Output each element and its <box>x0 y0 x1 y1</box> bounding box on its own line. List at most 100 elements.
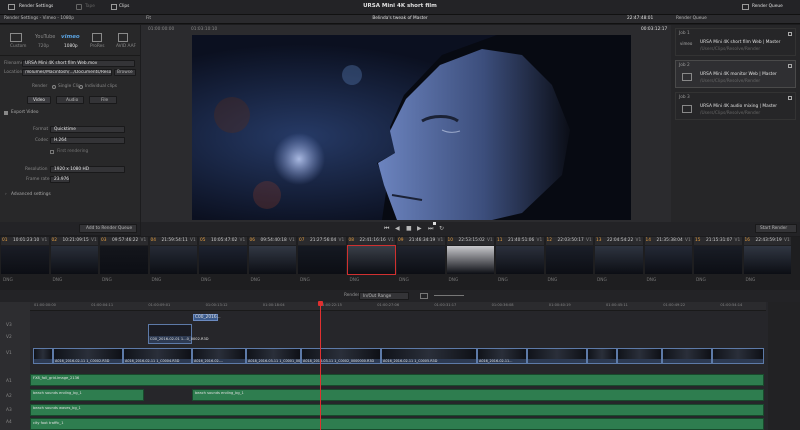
zoom-icon[interactable] <box>420 293 428 299</box>
preset-720p[interactable]: 720p <box>38 44 49 49</box>
export-video-checkbox[interactable] <box>4 111 8 115</box>
single-clip-radio[interactable] <box>52 85 56 89</box>
a1-clip[interactable]: FX8_fall_grid.image_2136 <box>30 374 764 386</box>
render-queue-tab[interactable]: Render Queue <box>752 4 783 9</box>
clip-thumbnail[interactable]: 01 10:01:23:10 V1 DNG <box>1 237 49 290</box>
stop-icon[interactable]: ■ <box>406 226 412 232</box>
clip-header: 03 09:57:46:22 V1 <box>100 237 148 245</box>
v1-clip[interactable]: A016_2016-02-11 1_C0002.R3D <box>53 348 123 364</box>
render-label: Render <box>32 84 48 89</box>
custom-preset-icon[interactable] <box>10 33 22 42</box>
viewer-end-tc: 01:03:10:10 <box>191 27 218 32</box>
a2-clip-2[interactable]: beach sounds ending_bg_1 <box>192 389 764 401</box>
step-back-icon[interactable]: ◀ <box>395 226 400 232</box>
clip-thumbnail[interactable]: 15 21:15:31:07 V1 DNG <box>694 237 742 290</box>
job-card-1[interactable]: Job 1 vimeo URSA Mini 4K short film Web … <box>675 28 796 56</box>
clip-thumbnail[interactable]: 02 10:21:09:15 V1 DNG <box>50 237 98 290</box>
v1-clip[interactable] <box>712 348 764 364</box>
preset-custom[interactable]: Custom <box>10 44 26 49</box>
skip-back-icon[interactable]: ⏮ <box>384 226 389 232</box>
clip-thumb-image <box>694 246 742 274</box>
clip-thumbnail[interactable]: 07 21:27:56:04 V1 DNG <box>298 237 346 290</box>
format-select[interactable]: Quicktime <box>50 126 125 133</box>
tape-tab[interactable]: Tape <box>85 4 95 9</box>
resolution-select[interactable]: 1920 x 1080 HD <box>50 166 125 173</box>
a2-clip-1[interactable]: beach sounds ending_bg_1 <box>30 389 144 401</box>
clip-thumbnail[interactable]: 06 09:54:40:18 V1 DNG <box>248 237 296 290</box>
v2-clip[interactable]: C00_2016-02-01 1...0_0002.R3D <box>148 324 209 344</box>
v1-clip[interactable] <box>587 348 617 364</box>
clip-thumbnail[interactable]: 10 22:53:15:02 V1 DNG <box>446 237 494 290</box>
clip-thumbnail[interactable]: 05 10:05:47:02 V1 DNG <box>199 237 247 290</box>
clip-thumbnail[interactable]: 04 21:59:54:11 V1 DNG <box>149 237 197 290</box>
a4-clip[interactable]: city foot traffic_1 <box>30 418 764 430</box>
codec-select[interactable]: H.264 <box>50 137 125 144</box>
playhead-handle[interactable] <box>318 301 323 306</box>
edit-icon[interactable] <box>788 64 792 68</box>
clip-header: 14 21:35:38:04 V1 <box>644 237 692 245</box>
preset-1080p[interactable]: 1080p <box>64 44 78 49</box>
filename-field[interactable]: URSA Mini 4K short film Web.mov <box>22 60 135 67</box>
v1-clip[interactable] <box>527 348 587 364</box>
clip-thumb-image <box>100 246 148 274</box>
render-range-select[interactable]: In/Out Range <box>359 292 409 300</box>
clip-thumbnail[interactable]: 13 22:04:54:22 V1 DNG <box>595 237 643 290</box>
job-card-3[interactable]: Job 3 URSA Mini 4K audio mixing | Master… <box>675 92 796 120</box>
preset-vimeo-logo[interactable]: vimeo <box>61 34 80 41</box>
clip-thumbnail[interactable]: 12 22:03:50:17 V1 DNG <box>545 237 593 290</box>
render-settings-tab[interactable]: Render Settings <box>19 4 53 9</box>
v1-clip[interactable] <box>33 348 53 364</box>
start-render-button[interactable]: Start Render <box>755 224 797 233</box>
preset-youtube-logo[interactable]: YouTube <box>35 35 55 40</box>
play-icon[interactable]: ▶ <box>417 226 422 232</box>
fit-label[interactable]: Fit <box>146 16 151 21</box>
chevron-right-icon[interactable]: › <box>5 192 7 197</box>
tab-audio[interactable]: Audio <box>56 96 84 104</box>
location-field[interactable]: /Volumes/Macintosh/.../Documents/Resolve… <box>22 69 112 76</box>
preset-prores[interactable]: ProRes <box>90 44 105 49</box>
v1-clip[interactable]: A016_2016-02-11 1_C0004.R3D <box>123 348 192 364</box>
v1-clip[interactable]: A018_2016-03-11 1_C0002_0000000.R3D <box>301 348 381 364</box>
avid-preset-icon[interactable] <box>118 33 128 42</box>
individual-clips-radio[interactable] <box>79 85 83 89</box>
first-render-checkbox[interactable] <box>50 150 54 154</box>
tab-video[interactable]: Video <box>27 96 51 104</box>
v1-clip[interactable]: A016_2016-02-11 1_C0005.R3D <box>381 348 477 364</box>
v1-clip[interactable]: A016_2016-02-... <box>192 348 246 364</box>
tab-file[interactable]: File <box>89 96 117 104</box>
resolution-label: Resolution <box>25 167 48 172</box>
zoom-slider[interactable] <box>434 295 464 296</box>
clip-timecode: 21:46:34:19 <box>409 238 436 243</box>
v1-clip[interactable] <box>662 348 712 364</box>
v3-clip[interactable]: C00_2016... <box>193 314 221 321</box>
advanced-settings-toggle[interactable]: Advanced settings <box>11 192 51 197</box>
clip-thumb-image <box>149 246 197 274</box>
v1-clip-thumb <box>618 349 661 359</box>
v1-clip[interactable]: A016_2016-02-11... <box>477 348 527 364</box>
clips-tab[interactable]: Clips <box>119 4 129 9</box>
clip-thumbnail[interactable]: 08 22:41:16:16 V1 DNG <box>346 237 396 290</box>
step-forward-icon[interactable]: ⏭ <box>428 226 433 232</box>
clip-thumbnail[interactable]: 11 21:40:51:06 V1 DNG <box>496 237 544 290</box>
add-to-render-queue-button[interactable]: Add to Render Queue <box>79 224 137 233</box>
clip-thumb-image <box>446 246 494 274</box>
clip-thumbnail[interactable]: 09 21:46:34:19 V1 DNG <box>397 237 445 290</box>
v1-clip[interactable]: A018_2016-03-11 1_C0001_0000000.R3D <box>246 348 301 364</box>
clip-thumbnail[interactable]: 16 22:43:59:19 V1 DNG <box>743 237 791 290</box>
clip-thumbnail[interactable]: 14 21:35:38:04 V1 DNG <box>644 237 692 290</box>
viewer-frame[interactable] <box>192 35 631 220</box>
edit-icon[interactable] <box>788 32 792 36</box>
edit-icon[interactable] <box>788 96 792 100</box>
viewer-clip-name: Belinda's tweak of Master <box>372 16 428 21</box>
clip-thumbnail[interactable]: 03 09:57:46:22 V1 DNG <box>100 237 148 290</box>
job-card-2[interactable]: Job 2 URSA Mini 4K monitor Web | Master … <box>675 60 796 88</box>
preset-avid[interactable]: AVID AAF <box>116 44 136 49</box>
playhead-marker[interactable] <box>433 222 436 225</box>
a3-clip[interactable]: beach sounds waves_bg_1 <box>30 404 764 416</box>
browse-button[interactable]: Browse <box>114 69 136 76</box>
framerate-select[interactable]: 23.976 <box>50 176 70 183</box>
loop-icon[interactable]: ↻ <box>439 226 444 232</box>
v1-clip[interactable] <box>617 348 662 364</box>
prores-preset-icon[interactable] <box>92 33 102 42</box>
timeline-playhead[interactable] <box>320 302 321 430</box>
